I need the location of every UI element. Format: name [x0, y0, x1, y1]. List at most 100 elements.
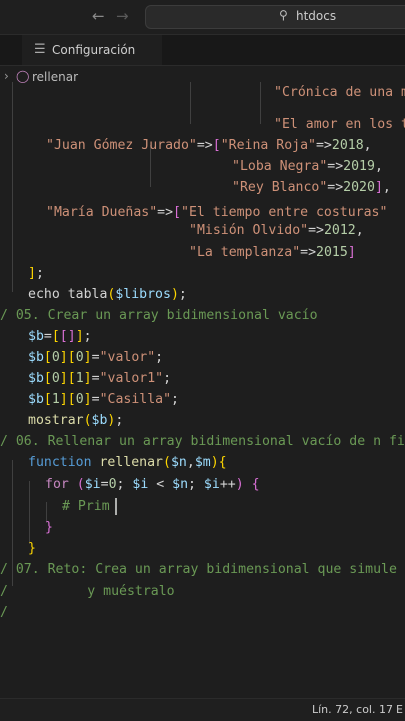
tab-bar: ☰ Configuración: [0, 35, 405, 66]
code-token: ;: [178, 287, 187, 302]
code-token: [: [67, 392, 76, 407]
code-line: for ($i=0; $i < $n; $i++) {: [45, 474, 260, 495]
code-token: ]: [59, 350, 68, 365]
code-token: 0: [51, 350, 60, 365]
indent-guide: [260, 82, 261, 124]
code-token: =: [100, 477, 109, 492]
code-token: ,: [355, 223, 364, 238]
code-token: ;: [188, 477, 204, 492]
code-token: $b: [28, 392, 44, 407]
code-line: ];: [28, 263, 44, 284]
code-line: // 06. Rellenar un array bidimensional v…: [0, 431, 405, 452]
code-line: "Juan Gómez Jurado"=>["Reina Roja"=>2018…: [46, 135, 372, 156]
code-line: mostrar($b);: [28, 410, 123, 431]
code-token: <: [148, 477, 173, 492]
code-token: //: [0, 605, 8, 620]
code-token: ;: [171, 392, 179, 407]
code-token: [: [43, 371, 52, 386]
indent-guide: [12, 82, 13, 292]
cursor-position[interactable]: Lín. 72, col. 17: [312, 703, 393, 716]
code-line: $b[0][0]="valor";: [28, 347, 163, 368]
code-token: =: [91, 371, 100, 386]
code-token: "Rey Blanco": [232, 180, 328, 195]
code-token: =: [91, 350, 100, 365]
code-token: [: [67, 350, 76, 365]
code-token: $b: [28, 329, 44, 344]
code-token: =>: [327, 180, 344, 195]
code-token: 2015: [316, 245, 348, 260]
code-line: // 07. Reto: Crea un array bidimensional…: [0, 559, 405, 580]
code-token: "Juan Gómez Jurado": [46, 138, 197, 153]
code-token: 1: [51, 392, 60, 407]
code-token: ,: [363, 138, 372, 153]
code-token: ]: [374, 180, 383, 195]
code-token: // 07. Reto: Crea un array bidimensional…: [0, 562, 405, 577]
code-line: //: [0, 602, 8, 623]
code-token: ;: [115, 413, 124, 428]
code-token: 2019: [343, 159, 375, 174]
cube-icon: ◯: [16, 69, 30, 83]
code-token: =>: [327, 159, 344, 174]
code-token: $b: [28, 371, 44, 386]
arrow-right-icon[interactable]: →: [116, 7, 129, 25]
code-token: [: [51, 329, 60, 344]
code-token: "El tiempo entre costuras": [181, 205, 388, 220]
code-line: function rellenar($n,$m){: [28, 452, 227, 473]
code-token: ]: [28, 266, 36, 281]
code-line: // 05. Crear un array bidimensional vací…: [0, 305, 318, 326]
code-token: =>: [157, 205, 174, 220]
code-token: {: [251, 477, 260, 492]
code-token: 0: [51, 371, 60, 386]
code-token: ,: [374, 159, 383, 174]
code-token: // 06. Rellenar un array bidimensional v…: [0, 434, 405, 449]
code-line: echo tabla($libros);: [28, 284, 187, 305]
search-icon: ⚲: [279, 8, 288, 22]
code-token: ]: [347, 245, 356, 260]
code-line: $b[0][1]="valor1";: [28, 368, 171, 389]
code-token: ++: [219, 477, 236, 492]
search-text: htdocs: [296, 9, 337, 23]
code-token: $i: [203, 477, 220, 492]
code-token: ]: [59, 392, 68, 407]
code-token: $b: [28, 350, 44, 365]
code-token: [: [43, 350, 52, 365]
code-line: "Loba Negra"=>2019,: [232, 156, 383, 177]
code-token: 2018: [331, 138, 364, 153]
code-line: $b=[[]];: [28, 326, 92, 347]
code-token: []: [59, 329, 76, 344]
tab-label: Configuración: [52, 43, 136, 57]
code-token: "Misión Olvido": [189, 223, 309, 238]
command-center-search[interactable]: ⚲ htdocs: [145, 5, 405, 29]
code-token: ;: [155, 350, 164, 365]
code-token: $n: [172, 477, 189, 492]
code-token: "Reina Roja": [220, 138, 316, 153]
code-token: ,: [186, 455, 195, 470]
indent-guide: [190, 82, 191, 124]
code-token: $n: [170, 455, 187, 470]
code-token: 2012: [323, 223, 356, 238]
code-token: [: [67, 371, 76, 386]
code-token: for: [45, 477, 69, 492]
code-token: mostrar: [28, 413, 84, 428]
code-line: # Prim: [62, 496, 110, 517]
code-token: "Casilla": [99, 392, 172, 407]
arrow-left-icon[interactable]: ←: [92, 7, 105, 25]
code-token: =: [43, 329, 52, 344]
code-token: =>: [300, 245, 317, 260]
code-editor[interactable]: "Crónica de una muerte anunciada"=>1981,…: [0, 82, 405, 698]
encoding-indicator[interactable]: E: [396, 703, 403, 716]
code-token: "El amor en los tiempos del cólera": [274, 117, 405, 132]
code-token: }: [28, 541, 36, 556]
code-token: # Prim: [62, 499, 110, 514]
code-line: "Crónica de una muerte anunciada"=>1981,: [274, 82, 405, 103]
code-token: "Crónica de una muerte anunciada"=>1981,: [274, 85, 405, 100]
code-token: $i: [84, 477, 101, 492]
code-token: 0: [75, 392, 84, 407]
code-token: "valor": [99, 350, 156, 365]
code-token: 1: [75, 371, 84, 386]
tab-configuracion[interactable]: ☰ Configuración: [22, 35, 162, 65]
code-token: $b: [91, 413, 108, 428]
indent-guide: [29, 481, 30, 544]
